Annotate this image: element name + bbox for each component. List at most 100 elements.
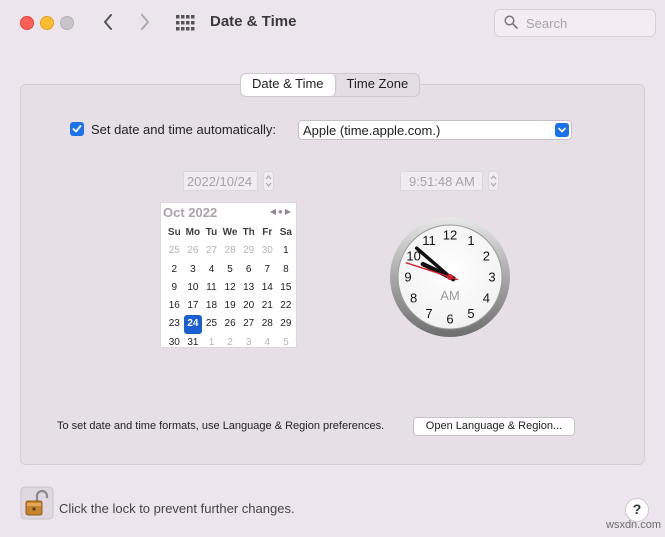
unlocked-lock-icon[interactable] xyxy=(20,486,54,520)
window-title: Date & Time xyxy=(210,13,297,30)
clock-numeral: 7 xyxy=(425,306,432,321)
calendar-day[interactable]: 23 xyxy=(165,315,184,333)
calendar-day[interactable]: 16 xyxy=(165,297,184,315)
calendar: Oct 2022 ◀●▶ Su Mo Tu We Th Fr Sa 25 26 27 28 29 30 1… xyxy=(160,202,297,348)
settings-panel xyxy=(20,84,645,465)
calendar-day[interactable]: 8 xyxy=(277,261,296,279)
dropdown-arrow-icon xyxy=(555,123,569,137)
calendar-day[interactable]: 11 xyxy=(202,279,221,297)
grid-icon xyxy=(176,15,195,31)
previous-month-icon[interactable]: ◀ xyxy=(270,207,278,216)
analog-clock: 12 1234567891011 AM xyxy=(390,217,510,337)
calendar-day[interactable]: 27 xyxy=(202,242,221,260)
clock-numeral: 6 xyxy=(446,312,453,327)
calendar-day[interactable]: 5 xyxy=(277,334,296,352)
open-language-region-button[interactable]: Open Language & Region... xyxy=(413,417,575,436)
date-field[interactable]: 2022/10/24 xyxy=(183,171,258,191)
auto-time-checkbox[interactable] xyxy=(70,122,84,136)
time-stepper[interactable] xyxy=(488,171,499,191)
clock-numeral: 2 xyxy=(483,249,490,264)
calendar-day[interactable]: 15 xyxy=(277,279,296,297)
back-button[interactable] xyxy=(97,11,119,33)
calendar-day[interactable]: 13 xyxy=(239,279,258,297)
clock-period-label: AM xyxy=(440,288,460,303)
time-server-value: Apple (time.apple.com.) xyxy=(303,123,441,138)
calendar-day[interactable]: 14 xyxy=(258,279,277,297)
format-note: To set date and time formats, use Langua… xyxy=(57,420,385,432)
forward-button[interactable] xyxy=(134,11,156,33)
tab-bar: Date & Time Time Zone xyxy=(240,73,421,97)
calendar-day[interactable]: 27 xyxy=(239,315,258,333)
weekday-header: Th xyxy=(242,227,255,238)
clock-numeral: 1 xyxy=(467,233,474,248)
calendar-day[interactable]: 18 xyxy=(202,297,221,315)
calendar-day[interactable]: 19 xyxy=(221,297,240,315)
window-titlebar: Date & Time Search xyxy=(0,0,665,46)
calendar-day[interactable]: 1 xyxy=(202,334,221,352)
clock-numeral: 3 xyxy=(488,270,495,285)
calendar-nav[interactable]: ◀●▶ xyxy=(270,207,293,216)
calendar-day[interactable]: 28 xyxy=(221,242,240,260)
calendar-day[interactable]: 26 xyxy=(184,242,203,260)
next-month-icon[interactable]: ▶ xyxy=(285,207,293,216)
calendar-day[interactable]: 21 xyxy=(258,297,277,315)
calendar-day[interactable]: 1 xyxy=(277,242,296,260)
calendar-day[interactable]: 2 xyxy=(165,261,184,279)
calendar-grid: Su Mo Tu We Th Fr Sa 25 26 27 28 29 30 1 2 3 4 5 6 7 8 9 10 11 1… xyxy=(165,224,295,352)
calendar-month-label: Oct 2022 xyxy=(163,205,218,220)
calendar-day[interactable]: 7 xyxy=(258,261,277,279)
stepper-icon xyxy=(263,171,274,191)
calendar-day[interactable]: 17 xyxy=(184,297,203,315)
clock-numeral: 11 xyxy=(422,233,436,248)
calendar-day[interactable]: 25 xyxy=(165,242,184,260)
time-field[interactable]: 9:51:48 AM xyxy=(400,171,483,191)
calendar-day-selected[interactable]: 24 xyxy=(183,315,203,334)
calendar-day[interactable]: 5 xyxy=(221,261,240,279)
calendar-day[interactable]: 4 xyxy=(202,261,221,279)
date-stepper[interactable] xyxy=(263,171,274,191)
calendar-day[interactable]: 30 xyxy=(258,242,277,260)
clock-numeral: 8 xyxy=(410,291,417,306)
clock-center-pin xyxy=(447,274,453,280)
calendar-day[interactable]: 9 xyxy=(165,279,184,297)
calendar-day[interactable]: 6 xyxy=(239,261,258,279)
calendar-day[interactable]: 26 xyxy=(221,315,240,333)
weekday-header: Sa xyxy=(279,227,292,238)
minimize-window-button[interactable] xyxy=(40,16,54,30)
chevron-left-icon xyxy=(104,14,112,30)
clock-numeral: 9 xyxy=(404,270,411,285)
calendar-day[interactable]: 29 xyxy=(239,242,258,260)
calendar-day[interactable]: 2 xyxy=(221,334,240,352)
weekday-header: Mo xyxy=(185,227,201,238)
lock-message: Click the lock to prevent further change… xyxy=(59,501,295,516)
auto-time-label: Set date and time automatically: xyxy=(91,122,276,137)
checkmark-icon xyxy=(72,125,82,133)
weekday-header: We xyxy=(222,227,238,238)
tab-date-time[interactable]: Date & Time xyxy=(241,74,336,96)
calendar-day[interactable]: 3 xyxy=(184,261,203,279)
zoom-window-button[interactable] xyxy=(60,16,74,30)
clock-numeral: 5 xyxy=(467,306,474,321)
calendar-day[interactable]: 30 xyxy=(165,334,184,352)
calendar-day[interactable]: 31 xyxy=(184,334,203,352)
calendar-day[interactable]: 25 xyxy=(202,315,221,333)
calendar-day[interactable]: 29 xyxy=(277,315,296,333)
today-dot-icon[interactable]: ● xyxy=(278,207,285,216)
calendar-day[interactable]: 20 xyxy=(239,297,258,315)
tab-time-zone[interactable]: Time Zone xyxy=(336,74,420,96)
weekday-header: Fr xyxy=(262,227,273,238)
calendar-day[interactable]: 3 xyxy=(239,334,258,352)
calendar-day[interactable]: 28 xyxy=(258,315,277,333)
close-window-button[interactable] xyxy=(20,16,34,30)
search-field[interactable]: Search xyxy=(494,9,656,37)
calendar-day[interactable]: 12 xyxy=(221,279,240,297)
watermark: wsxdn.com xyxy=(606,519,662,531)
show-all-button[interactable] xyxy=(175,14,195,32)
search-placeholder: Search xyxy=(526,16,568,31)
calendar-day[interactable]: 4 xyxy=(258,334,277,352)
calendar-day[interactable]: 10 xyxy=(184,279,203,297)
calendar-day[interactable]: 22 xyxy=(277,297,296,315)
clock-numeral: 4 xyxy=(483,291,490,306)
weekday-header: Su xyxy=(167,227,181,238)
time-server-select[interactable]: Apple (time.apple.com.) xyxy=(298,120,572,140)
